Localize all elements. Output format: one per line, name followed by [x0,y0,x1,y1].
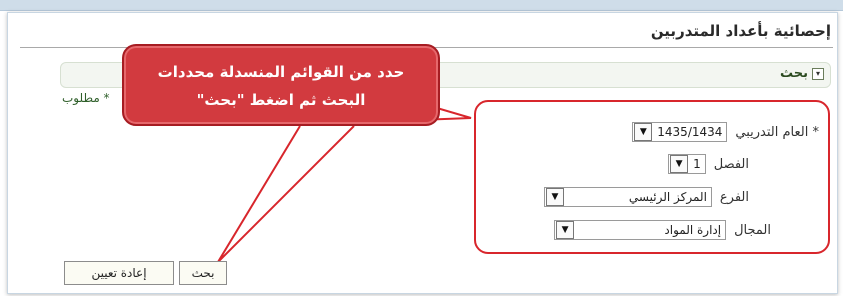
reset-button[interactable]: إعادة تعيين [64,261,174,285]
search-button[interactable]: بحث [179,261,227,285]
callout-line-1: حدد من القوائم المنسدلة محددات [157,63,405,81]
instruction-callout: حدد من القوائم المنسدلة محددات البحث ثم … [122,44,440,126]
callout-line-2: البحث ثم اضغط "بحث" [196,91,366,109]
